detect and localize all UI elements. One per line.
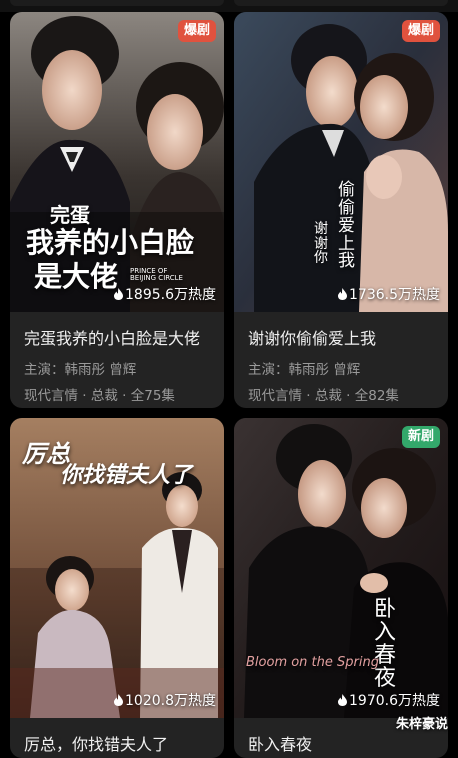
drama-cast: 主演：韩雨彤 曾辉 [24,362,137,378]
poster-title-line: 是大佬 [34,260,119,293]
top-strip [0,0,458,12]
poster-title-line: 完蛋 [50,203,90,227]
drama-card[interactable]: 偷偷爱上我 谢谢你 爆剧 1736.5万热度 谢谢你偷偷爱上我 主演：韩雨彤 曾… [234,12,448,408]
poster-image[interactable]: 卧入春夜 Bloom on the Spring 新剧 1970.6万热度 [234,418,448,718]
drama-title[interactable]: 厉总，你找错夫人了 [24,731,210,755]
heat-count: 1895.6万热度 [114,284,216,304]
new-badge: 新剧 [401,426,440,448]
heat-value: 1970.6万热度 [349,693,440,709]
poster-title-line: 谢谢你 [314,221,328,267]
flame-icon [338,288,347,300]
drama-tags: 现代言情 · 总裁 · 全75集 [24,388,175,404]
drama-title[interactable]: 完蛋我养的小白脸是大佬 [24,325,210,349]
heat-value: 1895.6万热度 [125,287,216,303]
previous-card-edge [10,0,224,6]
flame-icon [114,288,123,300]
author-watermark: 朱梓豪说 [395,717,448,732]
poster-image[interactable]: 完蛋 我养的小白脸 是大佬 PRINCE OF BEIJING CIRCLE 爆… [10,12,224,312]
drama-title[interactable]: 谢谢你偷偷爱上我 [248,325,434,349]
heat-count: 1736.5万热度 [338,284,440,304]
drama-card[interactable]: 厉总 你找错夫人了 1020.8万热度 厉总，你找错夫人了 [10,418,224,758]
poster-title-line: 你找错夫人了 [60,463,193,488]
poster-english-title: Bloom on the Spring [246,655,379,670]
card-info: 完蛋我养的小白脸是大佬 主演：韩雨彤 曾辉 现代言情 · 总裁 · 全75集 [10,312,224,404]
poster-english-title: PRINCE OF BEIJING CIRCLE [130,267,183,283]
poster-image[interactable]: 厉总 你找错夫人了 1020.8万热度 [10,418,224,718]
hot-badge: 爆剧 [177,20,216,42]
heat-value: 1020.8万热度 [125,693,216,709]
previous-card-edge [234,0,448,6]
poster-title-line: 偷偷爱上我 [338,180,355,272]
flame-icon [114,694,123,706]
drama-card[interactable]: 完蛋 我养的小白脸 是大佬 PRINCE OF BEIJING CIRCLE 爆… [10,12,224,408]
heat-value: 1736.5万热度 [349,287,440,303]
poster-image[interactable]: 偷偷爱上我 谢谢你 爆剧 1736.5万热度 [234,12,448,312]
drama-tags: 现代言情 · 总裁 · 全82集 [248,388,399,404]
drama-card[interactable]: 卧入春夜 Bloom on the Spring 新剧 1970.6万热度 卧入… [234,418,448,758]
poster-title-line: 我养的小白脸 [26,226,195,259]
heat-count: 1970.6万热度 [338,690,440,710]
heat-count: 1020.8万热度 [114,690,216,710]
card-info: 厉总，你找错夫人了 [10,718,224,755]
drama-title[interactable]: 卧入春夜 [248,731,434,755]
poster-title-line: 卧入春夜 [374,597,397,692]
card-info: 谢谢你偷偷爱上我 主演：韩雨彤 曾辉 现代言情 · 总裁 · 全82集 [234,312,448,404]
flame-icon [338,694,347,706]
drama-cast: 主演：韩雨彤 曾辉 [248,362,361,378]
hot-badge: 爆剧 [401,20,440,42]
